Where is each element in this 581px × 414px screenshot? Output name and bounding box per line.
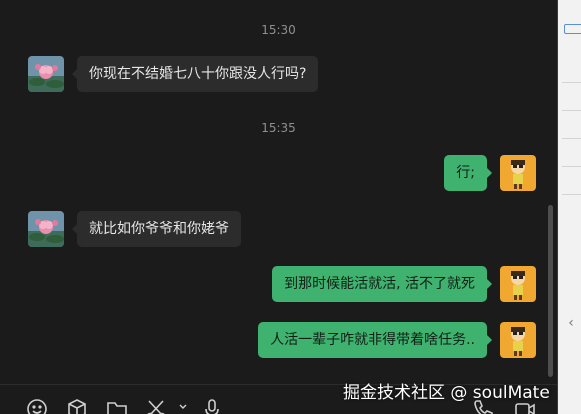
adjacent-window-edge: ‹ — [557, 0, 581, 414]
message-bubble-outgoing[interactable]: 行; — [444, 155, 492, 191]
contact-avatar[interactable] — [28, 56, 64, 92]
watermark: 掘金技术社区 @ soulMate — [343, 383, 550, 403]
user-avatar[interactable] — [500, 322, 536, 358]
cube-icon[interactable] — [66, 398, 88, 414]
emoji-icon[interactable] — [26, 398, 48, 414]
lotus-avatar-icon — [28, 56, 64, 92]
lotus-avatar-icon — [28, 211, 64, 247]
strip-selection-box — [564, 24, 581, 34]
chevron-down-icon[interactable] — [172, 398, 187, 414]
scissors-icon[interactable] — [145, 398, 167, 414]
message-scrollbar[interactable] — [548, 205, 553, 377]
microphone-icon[interactable] — [201, 398, 223, 414]
cartoon-avatar-icon — [500, 155, 536, 191]
message-bubble-incoming[interactable]: 你现在不结婚七八十你跟没人行吗? — [71, 56, 319, 92]
timestamp: 15:35 — [261, 121, 296, 135]
message-bubble-incoming[interactable]: 就比如你爷爷和你姥爷 — [72, 211, 241, 247]
folder-icon[interactable] — [106, 398, 128, 414]
timestamp: 15:30 — [261, 23, 296, 37]
message-bubble-outgoing[interactable]: 到那时候能活就活, 活不了就死 — [272, 266, 492, 302]
chat-panel: 15:30 你现在不结婚七八十你跟没人行吗? 15:35 行; 就比如你爷爷和你… — [0, 0, 557, 414]
message-bubble-outgoing[interactable]: 人活一辈子咋就非得带着啥任务.. — [258, 322, 492, 358]
cartoon-avatar-icon — [500, 266, 536, 302]
cartoon-avatar-icon — [500, 322, 536, 358]
chevron-left-icon[interactable]: ‹ — [564, 314, 578, 332]
user-avatar[interactable] — [500, 155, 536, 191]
contact-avatar[interactable] — [28, 211, 64, 247]
user-avatar[interactable] — [500, 266, 536, 302]
